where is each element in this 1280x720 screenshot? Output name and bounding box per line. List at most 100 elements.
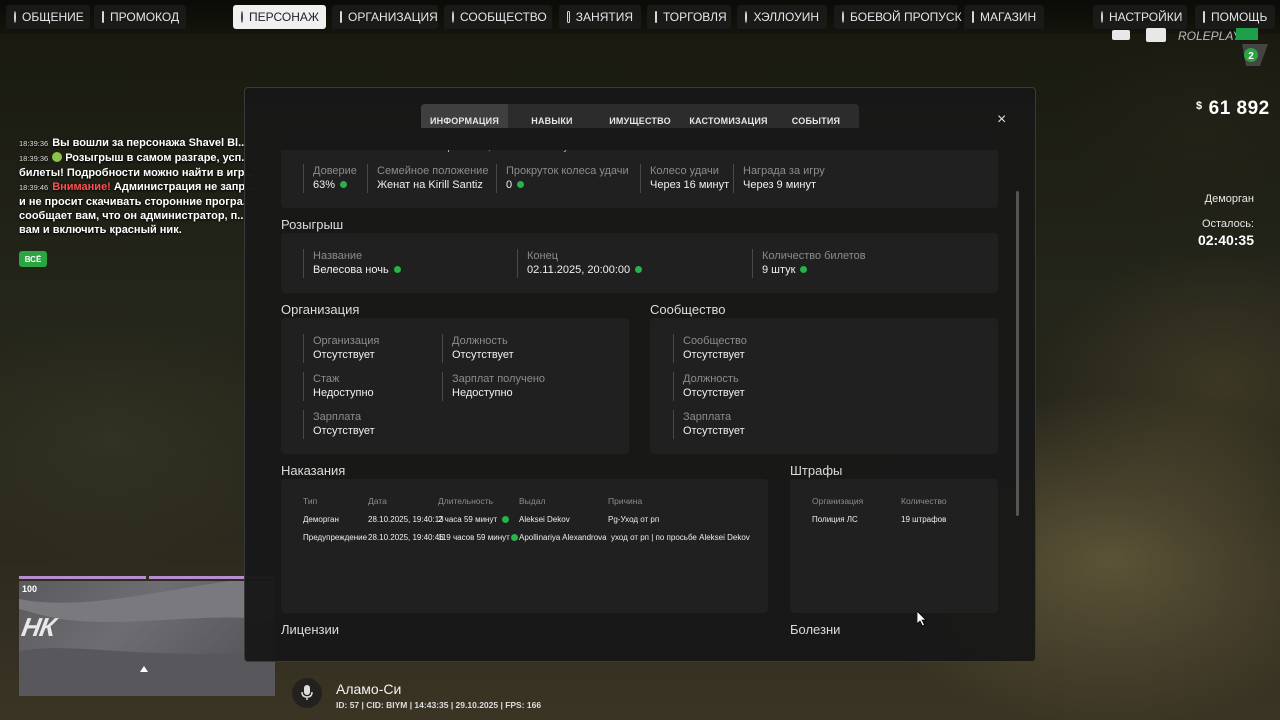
nav-label: СООБЩЕСТВО	[460, 10, 547, 24]
emoji-icon	[52, 152, 63, 162]
raffle-tickets-field: Количество билетов 9 штук	[752, 249, 866, 278]
minimap	[19, 581, 275, 696]
minimap-district-label: НК	[19, 612, 58, 642]
jail-timer-label: Осталось:	[1201, 218, 1254, 230]
play-reward-field: Награда за игру Через 9 минут	[733, 164, 825, 193]
nav-activities-button[interactable]: ЗАНЯТИЯ	[559, 5, 641, 29]
jail-timer-title: Деморган	[1204, 193, 1254, 205]
org-salaries-received-field: Зарплат получено Недоступно	[442, 372, 545, 401]
calendar-icon	[567, 11, 570, 23]
org-salary-field: Зарплата Отсутствует	[303, 410, 375, 439]
chat-icon	[14, 11, 16, 23]
money-display: $61 892	[1196, 98, 1270, 120]
nav-label: НАСТРОЙКИ	[1109, 10, 1183, 24]
nav-label: ТОРГОВЛЯ	[663, 10, 727, 24]
nav-battlepass-button[interactable]: БОЕВОЙ ПРОПУСК	[834, 5, 962, 29]
player-info-line: ID: 57 | CID: BIYM | 14:43:35 | 29.10.20…	[336, 700, 542, 710]
punishments-header-date: Дата	[368, 496, 387, 506]
chat-log: 18:39:36 Вы вошли за персонажа Shavel Bl.…	[19, 136, 281, 237]
status-dot-icon	[340, 181, 348, 188]
nav-label: ПРОМОКОД	[110, 10, 180, 24]
organization-section-title: Организация	[281, 302, 360, 317]
licenses-section-title: Лицензии	[281, 622, 339, 637]
nav-halloween-button[interactable]: ХЭЛЛОУИН	[737, 5, 827, 29]
status-dot-icon	[800, 266, 808, 273]
marital-status-field: Семейное положение Женат на Kirill Santiz	[367, 164, 488, 193]
logo-badge-number: 2	[1248, 51, 1254, 62]
scroll-mask	[281, 128, 998, 150]
close-button[interactable]: ×	[997, 111, 1006, 129]
org-tenure-field: Стаж Недоступно	[303, 372, 374, 401]
scrollbar[interactable]	[1016, 191, 1019, 516]
punishments-header-reason: Причина	[608, 496, 643, 506]
minimap-status-bars	[19, 576, 275, 579]
chart-icon	[655, 11, 657, 23]
gift-icon	[102, 11, 104, 23]
chat-line: 18:39:36 Вы вошли за персонажа Shavel Bl.…	[19, 137, 248, 149]
raffle-end-field: Конец 02.11.2025, 20:00:00	[517, 249, 643, 278]
nav-character-button[interactable]: ПЕРСОНАЖ	[233, 5, 326, 29]
org-position-field: Должность Отсутствует	[442, 334, 514, 363]
cart-icon	[972, 11, 974, 23]
wheel-spins-field: Прокруток колеса удачи 0	[496, 164, 629, 193]
nav-trade-button[interactable]: ТОРГОВЛЯ	[647, 5, 731, 29]
svg-text:ROLEPLAY: ROLEPLAY	[1178, 29, 1241, 43]
fines-header-organization: Организация	[812, 496, 864, 506]
player-location: Аламо-Си	[336, 681, 402, 697]
trust-field: Доверие 63%	[303, 164, 357, 193]
nav-label: МАГАЗИН	[980, 10, 1037, 24]
gear-badge-icon	[842, 11, 844, 23]
punishments-header-type: Тип	[303, 496, 318, 506]
nav-label: ПЕРСОНАЖ	[249, 10, 319, 24]
status-dot-icon	[635, 266, 643, 273]
status-dot-icon	[511, 534, 518, 541]
currency-sign: $	[1196, 100, 1203, 112]
community-name-field: Сообщество Отсутствует	[673, 334, 747, 363]
nav-shop-button[interactable]: МАГАЗИН	[964, 5, 1044, 29]
organization-icon	[340, 11, 342, 23]
top-navigation-bar: ОБЩЕНИЕ ПРОМОКОД ПЕРСОНАЖ ОРГАНИЗАЦИЯ СО…	[0, 0, 1280, 34]
chat-all-button[interactable]: ВСЁ	[19, 251, 47, 267]
status-dot-icon	[393, 266, 401, 273]
health-value: 100	[22, 584, 38, 594]
nav-label: ОБЩЕНИЕ	[22, 10, 84, 24]
fortune-wheel-field: Колесо удачи Через 16 минут	[640, 164, 729, 193]
pumpkin-icon	[745, 11, 748, 23]
chat-line: билеты! Подробности можно найти в игр...	[19, 167, 254, 179]
nav-promocode-button[interactable]: ПРОМОКОД	[94, 5, 186, 29]
nav-label: ХЭЛЛОУИН	[753, 10, 819, 24]
microphone-icon[interactable]	[292, 678, 322, 708]
nav-community-button[interactable]: СООБЩЕСТВО	[444, 5, 552, 29]
community-section-title: Сообщество	[650, 302, 726, 317]
character-modal: ИНФОРМАЦИЯ НАВЫКИ ИМУЩЕСТВО КАСТОМИЗАЦИЯ…	[244, 87, 1036, 662]
money-value: 61 892	[1208, 98, 1270, 119]
nav-label: ПОМОЩЬ	[1211, 10, 1268, 24]
jail-timer-value: 02:40:35	[1197, 232, 1254, 248]
user-icon	[241, 11, 243, 23]
mouse-cursor-icon	[917, 611, 927, 627]
status-dot-icon	[502, 516, 509, 523]
nav-label: ОРГАНИЗАЦИЯ	[348, 10, 438, 24]
chat-line: сообщает вам, что он администратор, п...	[19, 210, 247, 222]
server-logo: ROLEPLAY 2	[1112, 28, 1268, 66]
help-icon	[1203, 11, 1205, 23]
chat-line: и не просит скачивать сторонние програ..…	[19, 196, 252, 208]
punishments-header-duration: Длительность	[438, 496, 494, 506]
chat-line: вам и включить красный ник.	[19, 224, 182, 236]
nav-chat-button[interactable]: ОБЩЕНИЕ	[6, 5, 90, 29]
community-icon	[452, 11, 454, 23]
org-name-field: Организация Отсутствует	[303, 334, 379, 363]
nav-organization-button[interactable]: ОРГАНИЗАЦИЯ	[332, 5, 438, 29]
community-salary-field: Зарплата Отсутствует	[673, 410, 745, 439]
diseases-section-title: Болезни	[790, 622, 841, 637]
community-position-field: Должность Отсутствует	[673, 372, 745, 401]
punishments-header-issuer: Выдал	[519, 496, 546, 506]
status-dot-icon	[517, 181, 525, 188]
raffle-name-field: Название Велесова ночь	[303, 249, 401, 278]
chat-line: 18:39:46 Внимание! Администрация не запр.…	[19, 181, 255, 193]
fines-header-count: Количество	[901, 496, 947, 506]
raffle-section-title: Розыгрыш	[281, 217, 344, 232]
gear-icon	[1101, 11, 1103, 23]
nav-label: БОЕВОЙ ПРОПУСК	[850, 10, 962, 24]
fines-section-title: Штрафы	[790, 463, 843, 478]
